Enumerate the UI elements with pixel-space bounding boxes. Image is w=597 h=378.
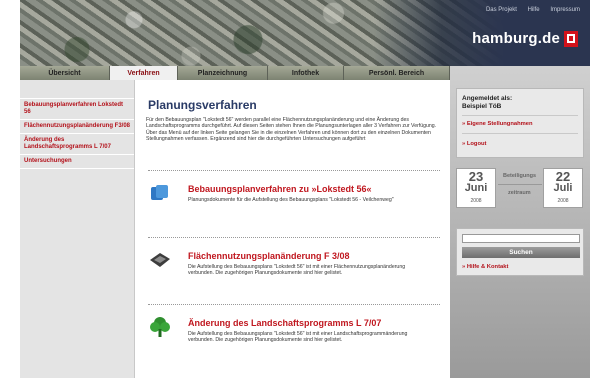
top-link-project[interactable]: Das Projekt <box>486 7 517 13</box>
entry-description: Die Aufstellung des Bebauungsplans "Loks… <box>188 264 406 277</box>
tab-overview[interactable]: Übersicht <box>20 66 110 80</box>
tab-personal-area[interactable]: Persönl. Bereich <box>344 66 450 80</box>
search-input[interactable] <box>462 234 580 243</box>
start-date: 23 Juni 2008 <box>456 168 496 208</box>
search-box: Suchen » Hilfe & Kontakt <box>456 228 584 276</box>
list-item: Änderung des Landschaftsprogramms L 7/07… <box>144 304 444 359</box>
sidebar-item-fnp-aenderung[interactable]: Flächennutzungsplanänderung F3/08 <box>20 120 134 134</box>
tab-procedures[interactable]: Verfahren <box>110 66 178 80</box>
help-contact-link[interactable]: » Hilfe & Kontakt <box>462 264 508 270</box>
end-month: Juli <box>553 182 573 194</box>
tab-infothek[interactable]: Infothek <box>268 66 344 80</box>
end-year: 2008 <box>557 198 569 204</box>
document-stack-icon <box>148 182 172 204</box>
page-title: Planungsverfahren <box>148 98 257 112</box>
divider <box>148 304 440 305</box>
divider <box>462 133 578 134</box>
intro-text: Für den Bebauungsplan "Lokstedt 56" werd… <box>146 117 437 143</box>
entry-description: Die Aufstellung des Bebauungsplans "Loks… <box>188 331 408 344</box>
sidebar-item-untersuchungen[interactable]: Untersuchungen <box>20 155 134 169</box>
divider <box>148 170 440 171</box>
top-link-help[interactable]: Hilfe <box>528 7 540 13</box>
top-links: Das Projekt Hilfe Impressum <box>477 7 580 13</box>
start-year: 2008 <box>470 198 482 204</box>
tab-plan-drawing[interactable]: Planzeichnung <box>178 66 268 80</box>
login-box: Angemeldet als: Beispiel TöB » Eigene St… <box>456 88 584 158</box>
end-date: 22 Juli 2008 <box>543 168 583 208</box>
entry-description: Planungsdokumente für die Aufstellung de… <box>188 197 394 203</box>
main-content: Planungsverfahren Für den Bebauungsplan … <box>136 80 450 378</box>
period-line <box>498 184 542 185</box>
sidebar-nav: Bebauungsplanverfahren Lokstedt 56 Fläch… <box>20 98 134 169</box>
search-button[interactable]: Suchen <box>462 247 580 258</box>
participation-period: 23 Juni 2008 Beteiligungs zeitraum 22 Ju… <box>456 164 584 212</box>
tree-icon <box>148 316 172 338</box>
main-tabs: Übersicht Verfahren Planzeichnung Infoth… <box>20 66 450 80</box>
period-label-1: Beteiligungs <box>503 173 537 179</box>
entry-title-link[interactable]: Flächennutzungsplanänderung F 3/08 <box>188 251 350 261</box>
divider <box>462 115 578 116</box>
divider <box>148 237 440 238</box>
my-statements-link[interactable]: » Eigene Stellungnahmen <box>462 121 533 127</box>
top-link-imprint[interactable]: Impressum <box>550 7 580 13</box>
entry-title-link[interactable]: Änderung des Landschaftsprogramms L 7/07 <box>188 318 381 328</box>
list-item: Flächennutzungsplanänderung F 3/08 Die A… <box>144 237 444 292</box>
sidebar-item-bebauungsplan[interactable]: Bebauungsplanverfahren Lokstedt 56 <box>20 99 134 120</box>
list-item: Bebauungsplanverfahren zu »Lokstedt 56« … <box>144 170 444 225</box>
login-username: Beispiel TöB <box>462 103 502 110</box>
sidebar: Bebauungsplanverfahren Lokstedt 56 Fläch… <box>20 80 135 378</box>
header-banner: Das Projekt Hilfe Impressum hamburg.de <box>20 0 590 66</box>
period-label-2: zeitraum <box>508 190 531 196</box>
sidebar-item-landschaftsprogramm[interactable]: Änderung des Landschaftsprogramms L 7/07 <box>20 134 134 155</box>
hamburg-logo[interactable]: hamburg.de <box>472 30 560 47</box>
map-plan-icon <box>148 249 172 271</box>
login-label: Angemeldet als: <box>462 95 513 102</box>
hamburg-crest-icon <box>564 31 578 47</box>
right-sidebar: Angemeldet als: Beispiel TöB » Eigene St… <box>450 66 590 378</box>
entry-title-link[interactable]: Bebauungsplanverfahren zu »Lokstedt 56« <box>188 184 372 194</box>
logout-link[interactable]: » Logout <box>462 141 486 147</box>
start-month: Juni <box>464 182 488 194</box>
